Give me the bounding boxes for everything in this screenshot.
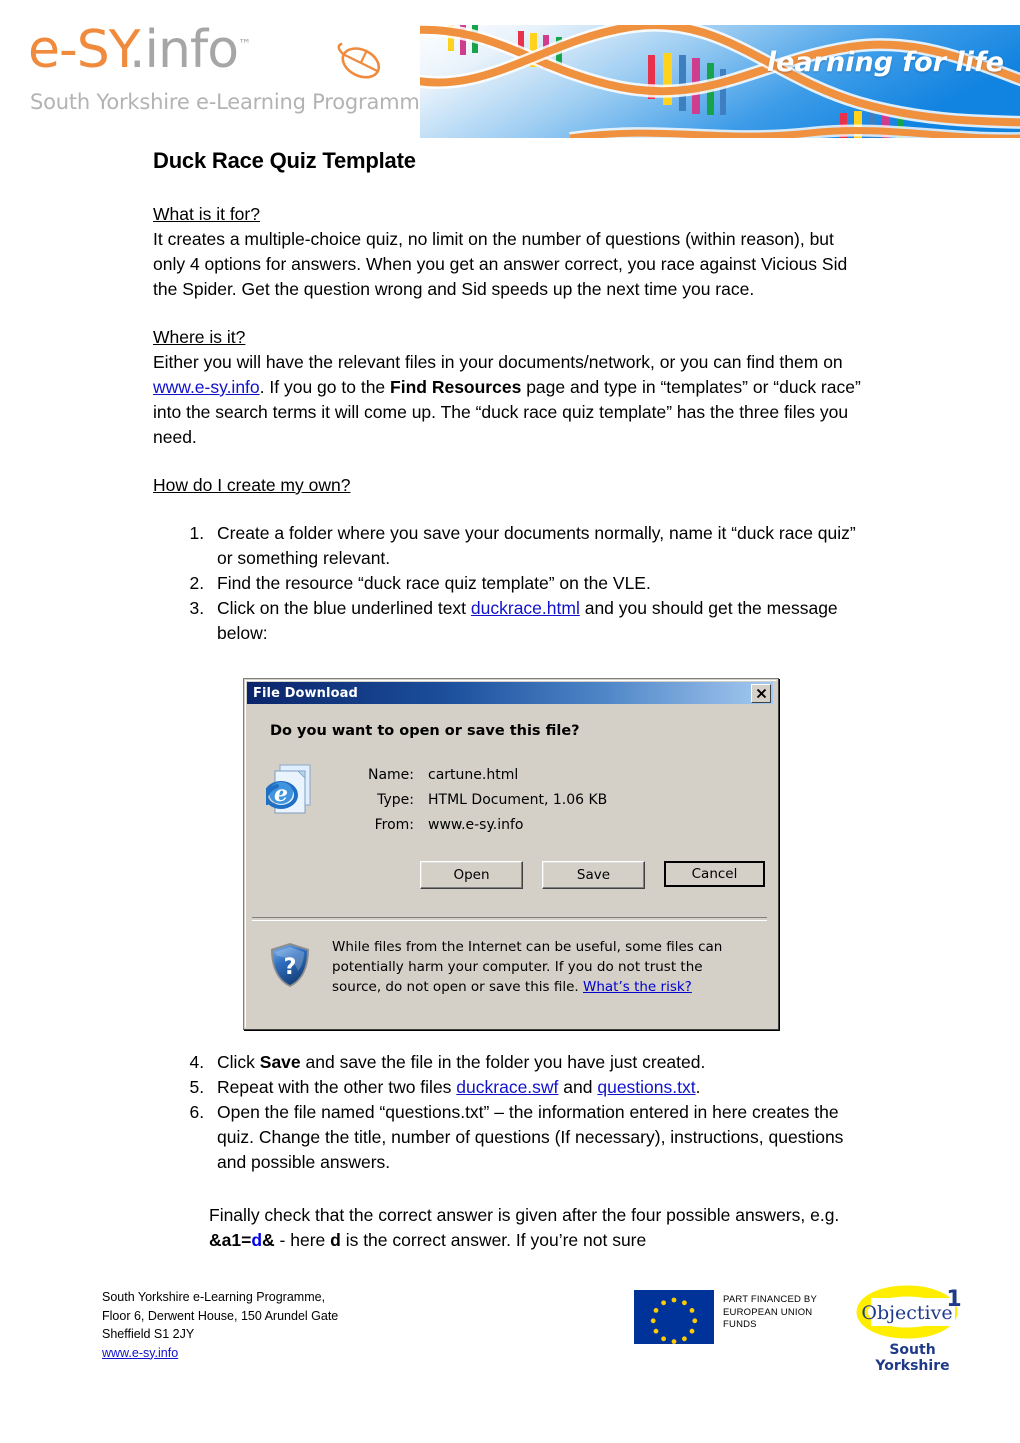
close-x-glyph: [756, 688, 766, 699]
list-item: Click on the blue underlined text duckra…: [209, 596, 868, 646]
steps-list-upper: Create a folder where you save your docu…: [153, 521, 868, 646]
section-body-what-is-it-for: It creates a multiple-choice quiz, no li…: [153, 229, 848, 299]
duckrace-html-link[interactable]: duckrace.html: [471, 598, 580, 618]
final-part1: Finally check that the correct answer is…: [209, 1205, 840, 1225]
duckrace-swf-link[interactable]: duckrace.swf: [456, 1077, 558, 1097]
final-part3: is the correct answer. If you’re not sur…: [340, 1230, 647, 1250]
field-row-from: From: www.e-sy.info: [352, 817, 607, 833]
svg-text:?: ?: [284, 955, 297, 980]
eu-funding-line-3: FUNDS: [723, 1319, 757, 1330]
step-3-text-before: Click on the blue underlined text: [217, 598, 471, 618]
section-where-is-it: Where is it? Either you will have the re…: [153, 325, 868, 450]
dna-banner: learning for life: [420, 25, 1020, 138]
document-body-lower: Click Save and save the file in the fold…: [153, 1050, 873, 1253]
page-title: Duck Race Quiz Template: [153, 148, 416, 173]
field-value-type: HTML Document, 1.06 KB: [428, 792, 608, 808]
footer-address-line-3: Sheffield S1 2JY: [102, 1327, 195, 1341]
step-4-prefix: Click: [217, 1052, 260, 1072]
trademark-symbol: ™: [238, 37, 252, 53]
objective-region-line-1: South: [889, 1342, 936, 1358]
page-header: e-SY.info™ South Yorkshire e-Learning Pr…: [0, 0, 1020, 140]
field-value-from: www.e-sy.info: [428, 817, 524, 833]
where-text-part2: . If you go to the: [259, 377, 391, 397]
footer-address-line-1: South Yorkshire e-Learning Programme,: [102, 1290, 326, 1304]
shield-question-icon: ?: [271, 943, 309, 987]
whats-the-risk-link[interactable]: What’s the risk?: [583, 979, 692, 995]
list-item: Find the resource “duck race quiz templa…: [209, 571, 868, 596]
computer-mouse-icon: [337, 42, 381, 79]
step-1-text: Create a folder where you save your docu…: [217, 523, 856, 568]
field-label-name: Name:: [367, 767, 414, 783]
file-info-fields: Name: cartune.html Type: HTML Document, …: [352, 767, 607, 842]
dna-banner-graphic: [420, 25, 1020, 138]
step-6-text: Open the file named “questions.txt” – th…: [217, 1102, 844, 1172]
close-icon[interactable]: [751, 684, 771, 703]
section-what-is-it-for: What is it for? It creates a multiple-ch…: [153, 202, 868, 302]
dialog-titlebar: File Download: [247, 682, 773, 704]
field-row-name: Name: cartune.html: [352, 767, 607, 783]
list-item: Open the file named “questions.txt” – th…: [209, 1100, 873, 1175]
file-download-dialog: File Download Do you want to open or sav…: [243, 678, 779, 1030]
esy-website-link[interactable]: www.e-sy.info: [153, 377, 260, 397]
objective-one-graphic: Objective 1: [856, 1285, 962, 1339]
svg-text:Objective: Objective: [861, 1302, 952, 1324]
step-4-suffix: and save the file in the folder you have…: [300, 1052, 706, 1072]
dialog-button-row: Open Save Cancel: [420, 861, 765, 889]
footer-address-line-2: Floor 6, Derwent House, 150 Arundel Gate: [102, 1308, 339, 1323]
step-5-mid: and: [558, 1077, 598, 1097]
logo-subtitle: South Yorkshire e-Learning Programme: [30, 90, 433, 114]
step-2-text: Find the resource “duck race quiz templa…: [217, 573, 651, 593]
answer-letter-d: d: [330, 1230, 341, 1250]
questions-txt-link[interactable]: questions.txt: [597, 1077, 695, 1097]
banner-tagline: learning for life: [766, 47, 1004, 78]
step-4-bold-save: Save: [259, 1052, 301, 1072]
eu-flag-icon: [634, 1290, 714, 1344]
document-body: Duck Race Quiz Template What is it for? …: [153, 148, 868, 646]
footer-website-link[interactable]: www.e-sy.info: [102, 1346, 178, 1360]
steps-list-lower: Click Save and save the file in the fold…: [153, 1050, 873, 1175]
field-label-type: Type:: [377, 792, 414, 808]
eu-funding-line-2: EUROPEAN UNION: [723, 1306, 813, 1318]
objective-region-line-2: Yorkshire: [875, 1358, 950, 1374]
code-snippet-answer: d: [251, 1230, 263, 1250]
objective-region-text: South Yorkshire: [855, 1342, 970, 1374]
final-part2: - here: [274, 1230, 331, 1250]
open-button[interactable]: Open: [420, 861, 523, 889]
svg-text:1: 1: [946, 1287, 961, 1312]
code-snippet-suffix: &: [262, 1230, 275, 1250]
where-text-part1: Either you will have the relevant files …: [153, 352, 843, 372]
objective-one-logo: Objective 1 South Yorkshire: [855, 1284, 970, 1379]
code-snippet-prefix: &a1=: [209, 1230, 252, 1250]
cancel-button[interactable]: Cancel: [664, 861, 765, 887]
save-button[interactable]: Save: [542, 861, 645, 889]
section-how-do-i-create: How do I create my own?: [153, 473, 868, 498]
logo-wordmark-orange: e-SY: [28, 20, 130, 80]
dialog-warning-text: While files from the Internet can be use…: [332, 937, 752, 997]
eu-funding-line-1: PART FINANCED BY: [723, 1294, 817, 1305]
eu-stars-graphic: [634, 1290, 714, 1344]
final-paragraph: Finally check that the correct answer is…: [209, 1203, 873, 1253]
field-label-from: From:: [374, 817, 414, 833]
field-row-type: Type: HTML Document, 1.06 KB: [352, 792, 607, 808]
esy-logo: e-SY.info™ South Yorkshire e-Learning Pr…: [28, 24, 433, 124]
logo-wordmark-grey: .info: [129, 20, 239, 80]
field-value-name: cartune.html: [428, 767, 519, 783]
section-heading-what-is-it-for: What is it for?: [153, 204, 260, 224]
page-footer: South Yorkshire e-Learning Programme, Fl…: [0, 1282, 1020, 1402]
footer-address: South Yorkshire e-Learning Programme, Fl…: [102, 1288, 338, 1362]
dialog-divider: [252, 917, 767, 921]
find-resources-emphasis: Find Resources: [390, 377, 522, 397]
dialog-question: Do you want to open or save this file?: [270, 723, 580, 739]
eu-funding-text: PART FINANCED BY EUROPEAN UNION FUNDS: [723, 1294, 817, 1332]
step-5-prefix: Repeat with the other two files: [217, 1077, 457, 1097]
list-item: Create a folder where you save your docu…: [209, 521, 868, 571]
dialog-title: File Download: [253, 685, 358, 701]
list-item: Repeat with the other two files duckrace…: [209, 1075, 873, 1100]
section-heading-how-do-i-create: How do I create my own?: [153, 475, 351, 495]
section-heading-where-is-it: Where is it?: [153, 327, 246, 347]
step-5-suffix: .: [695, 1077, 701, 1097]
internet-explorer-document-icon: e: [266, 764, 311, 814]
list-item: Click Save and save the file in the fold…: [209, 1050, 873, 1075]
